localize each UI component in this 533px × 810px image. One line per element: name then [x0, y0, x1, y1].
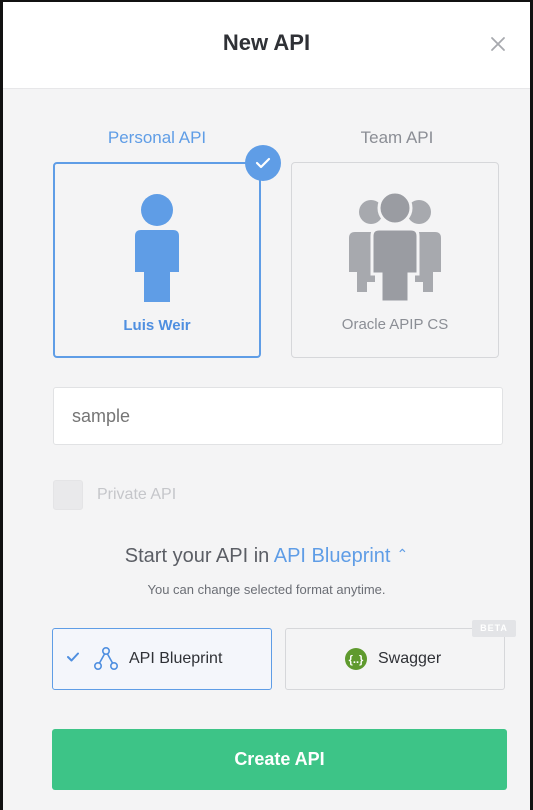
user-icon — [135, 194, 179, 302]
check-icon — [67, 649, 79, 665]
modal-title: New API — [222, 30, 311, 55]
format-note: You can change selected format anytime. — [147, 582, 386, 597]
private-api-option[interactable]: Private API — [53, 479, 176, 511]
format-heading-prefix: Start your API in — [124, 545, 270, 567]
modal-header: New API — [3, 2, 530, 89]
personal-api-tab[interactable]: Personal API — [53, 128, 261, 148]
new-api-modal: New API Personal API Team API Luis Weir … — [0, 0, 533, 810]
format-heading: Start your API in API Blueprint ⌃ — [3, 545, 530, 568]
svg-text:{..}: {..} — [349, 654, 364, 666]
close-icon[interactable] — [486, 32, 510, 56]
team-account-name: Oracle APIP CS — [341, 316, 449, 333]
private-api-checkbox[interactable] — [53, 480, 83, 510]
swagger-option[interactable]: {..} Swagger — [285, 628, 505, 690]
swagger-icon: {..} — [345, 648, 367, 670]
personal-account-name: Luis Weir — [123, 317, 191, 334]
format-selector-link[interactable]: API Blueprint — [274, 545, 391, 567]
chevron-up-icon[interactable]: ⌃ — [396, 546, 408, 563]
beta-badge: BETA — [472, 620, 516, 637]
team-icon — [349, 190, 441, 304]
personal-account-card[interactable]: Luis Weir — [53, 162, 261, 358]
create-api-button[interactable]: Create API — [52, 729, 507, 790]
private-api-label: Private API — [97, 486, 177, 503]
swagger-label: Swagger — [378, 650, 442, 667]
selected-check-icon — [245, 145, 281, 181]
team-api-tab[interactable]: Team API — [293, 128, 501, 148]
team-account-card[interactable]: Oracle APIP CS — [291, 162, 499, 358]
api-blueprint-icon — [93, 646, 118, 670]
api-blueprint-label: API Blueprint — [129, 650, 223, 667]
api-name-input[interactable] — [53, 387, 503, 445]
api-blueprint-option[interactable]: API Blueprint — [52, 628, 272, 690]
